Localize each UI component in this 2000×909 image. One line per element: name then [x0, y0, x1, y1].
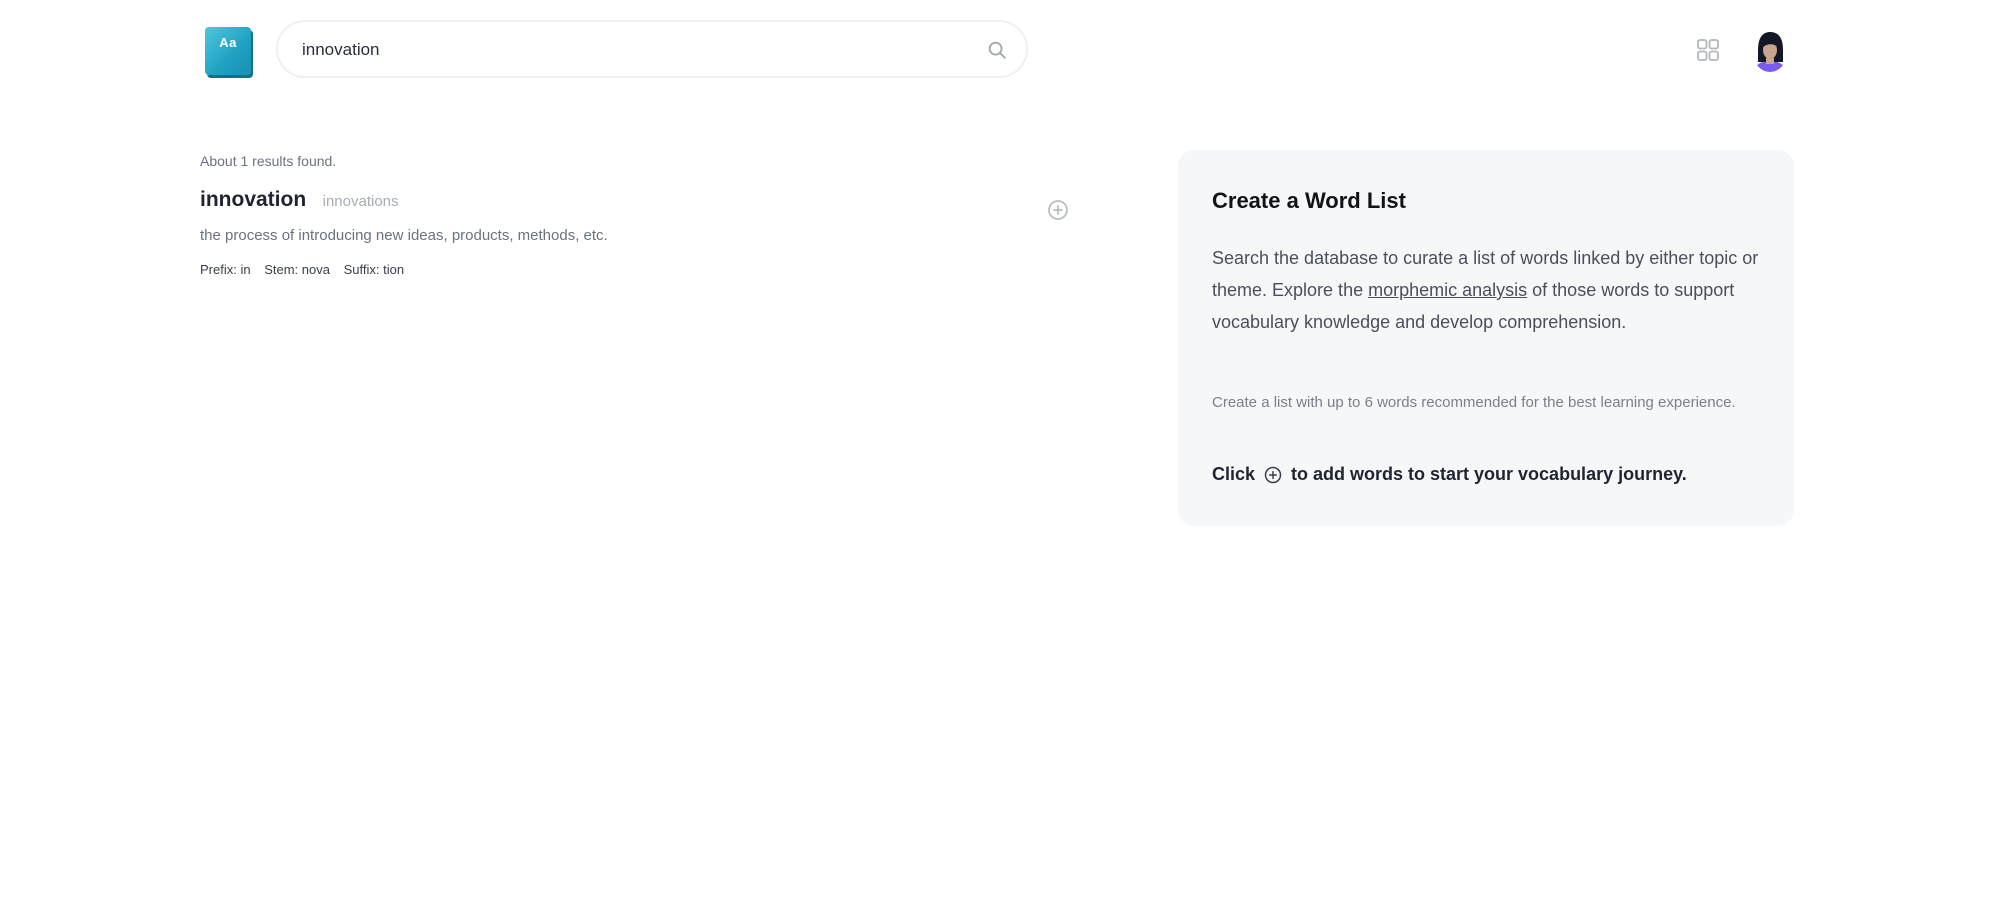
- card-call-to-action: Click to add words to start your vocabul…: [1212, 464, 1687, 485]
- search-input[interactable]: [302, 36, 962, 64]
- cta-rest-text: to add words to start your vocabulary jo…: [1291, 464, 1687, 484]
- result-definition: the process of introducing new ideas, pr…: [200, 227, 608, 244]
- word-line: innovation innovations: [200, 188, 399, 212]
- result-item[interactable]: innovation innovations the process of in…: [200, 188, 1080, 288]
- avatar-icon: [1756, 32, 1784, 72]
- morpheme-prefix: Prefix: in: [200, 262, 251, 277]
- results-count: About 1 results found.: [200, 153, 337, 169]
- avatar[interactable]: [1752, 28, 1788, 72]
- morpheme-suffix: Suffix: tion: [343, 262, 405, 277]
- search-bar[interactable]: [276, 20, 1028, 78]
- add-circle-icon: [1264, 466, 1282, 483]
- cta-click-text: Click: [1212, 464, 1256, 484]
- search-icon[interactable]: [986, 39, 1008, 61]
- app-logo[interactable]: Aa: [205, 27, 251, 75]
- add-word-icon[interactable]: [1046, 198, 1070, 222]
- card-note: Create a list with up to 6 words recomme…: [1212, 394, 1736, 411]
- grid-icon[interactable]: [1696, 38, 1720, 62]
- morpheme-breakdown: Prefix: in Stem: nova Suffix: tion: [200, 262, 414, 277]
- result-word-plural: innovations: [322, 193, 399, 210]
- logo-text: Aa: [219, 35, 237, 50]
- result-word[interactable]: innovation: [200, 188, 306, 211]
- top-bar: Aa: [0, 0, 2000, 100]
- card-title: Create a Word List: [1212, 188, 1406, 213]
- morphemic-analysis-link[interactable]: morphemic analysis: [1368, 280, 1527, 300]
- morpheme-stem: Stem: nova: [264, 262, 330, 277]
- card-description: Search the database to curate a list of …: [1212, 242, 1772, 338]
- word-list-info-card: Create a Word List Search the database t…: [1178, 150, 1794, 526]
